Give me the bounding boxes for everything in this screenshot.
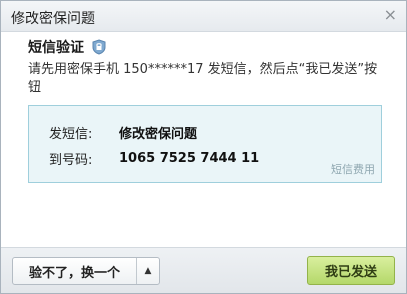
- chevron-up-icon[interactable]: ▲: [137, 258, 159, 284]
- dialog-footer: 验不了，换一个 ▲ 我已发送: [1, 247, 406, 293]
- instruction-text: 请先用密保手机 150******17 发短信，然后点“我已发送”按钮: [28, 62, 378, 95]
- sms-verification-heading: 短信验证: [28, 40, 84, 56]
- dialog-titlebar: 修改密保问题 ×: [1, 1, 406, 32]
- send-label: 发短信:: [49, 126, 93, 142]
- close-icon[interactable]: ×: [384, 6, 397, 24]
- shield-icon: [92, 39, 106, 55]
- switch-method-button-group: 验不了，换一个 ▲: [12, 257, 160, 285]
- sms-info-box: 发短信: 修改密保问题 到号码: 1065 7525 7444 11 短信费用: [28, 105, 382, 183]
- destination-number-value: 1065 7525 7444 11: [119, 150, 260, 166]
- send-message-row: 发短信: 修改密保问题: [49, 122, 197, 142]
- to-number-label: 到号码:: [49, 152, 93, 168]
- send-message-value: 修改密保问题: [119, 126, 198, 142]
- destination-number-row: 到号码: 1065 7525 7444 11: [49, 148, 259, 168]
- switch-method-button[interactable]: 验不了，换一个: [13, 258, 137, 284]
- i-have-sent-button[interactable]: 我已发送: [307, 256, 395, 285]
- dialog-title: 修改密保问题: [11, 11, 95, 27]
- change-security-question-dialog: 修改密保问题 × 短信验证 请先用密保手机 150******17 发短信，然后…: [0, 0, 407, 294]
- heading-row: 短信验证: [28, 37, 106, 57]
- sms-fee-link[interactable]: 短信费用: [331, 161, 375, 177]
